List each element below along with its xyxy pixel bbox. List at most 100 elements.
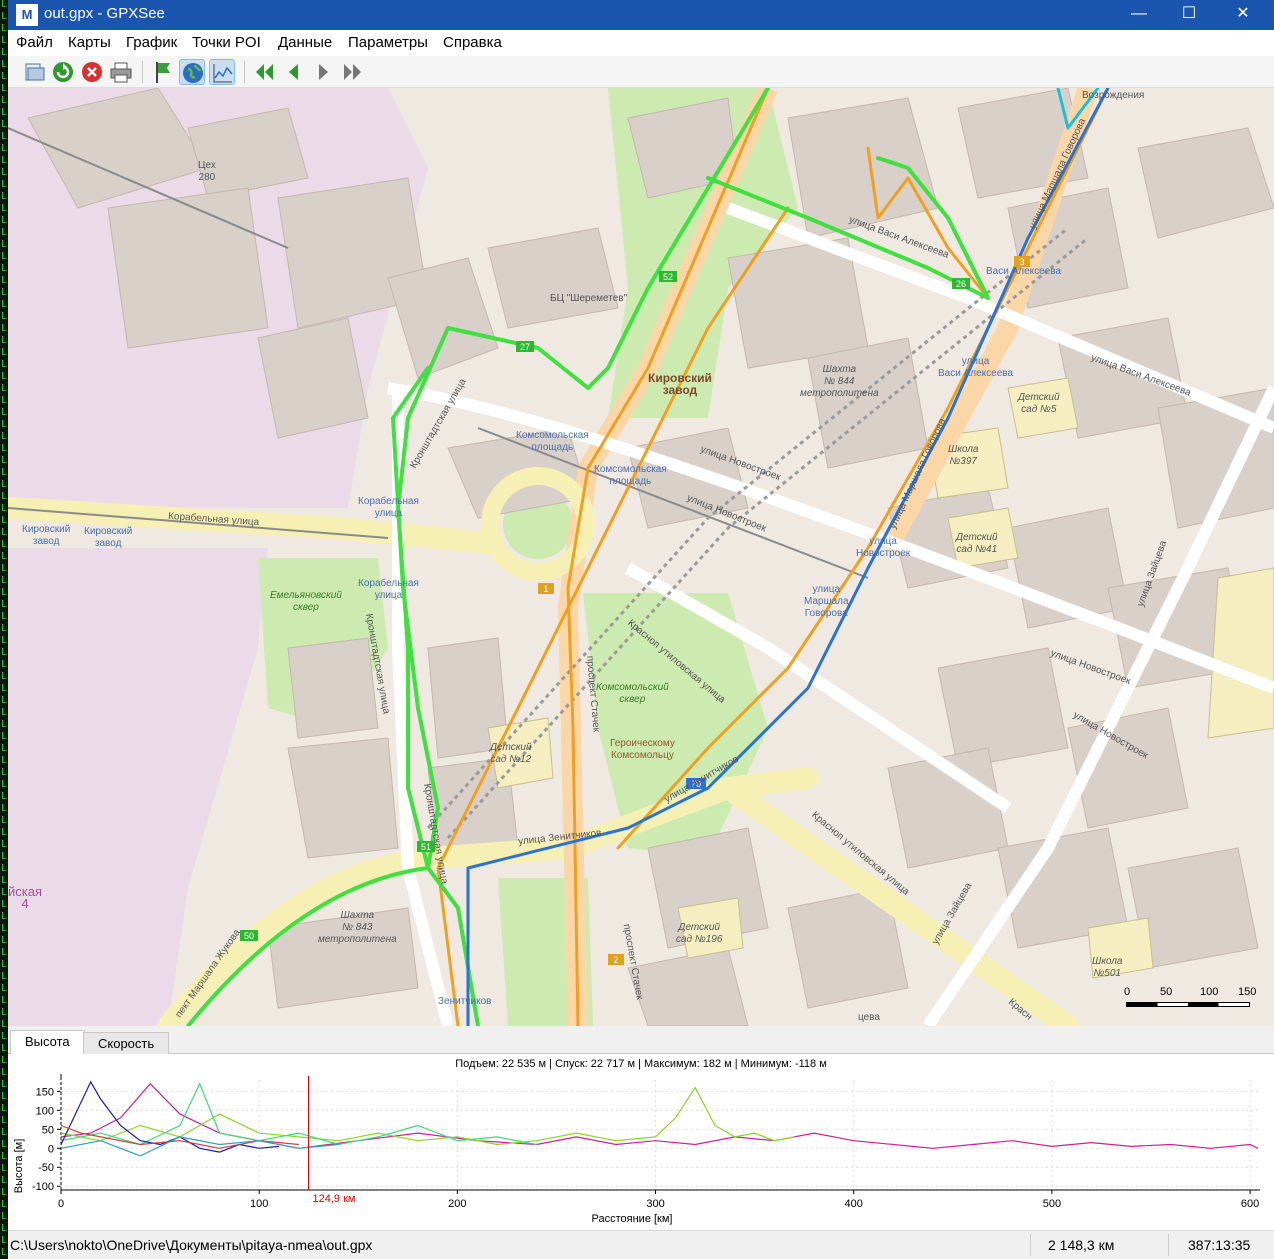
terminal-glyph: L (1, 899, 8, 910)
close-button[interactable]: ✕ (1218, 0, 1268, 30)
minimize-button[interactable]: — (1114, 0, 1164, 30)
total-time: 387:13:35 (1188, 1237, 1251, 1253)
terminal-glyph: L (1, 767, 8, 778)
maximize-button[interactable]: ☐ (1164, 0, 1214, 30)
terminal-glyph: L (1, 887, 8, 898)
map-label: йская 4 (8, 884, 43, 911)
map-label: БЦ "Шереметев" (550, 293, 628, 304)
terminal-glyph: L (1, 479, 8, 490)
map-label: улица Маршала Говорова (804, 584, 849, 619)
terminal-glyph: L (1, 551, 8, 562)
terminal-glyph: L (1, 1223, 8, 1234)
terminal-glyph: L (1, 1055, 8, 1066)
map-label: Возрождения (1082, 90, 1145, 101)
route-badge: 1 (543, 584, 549, 594)
map-view[interactable]: 52 27 26 51 50 1 2 70 3 Цех 280 БЦ "Шере… (8, 88, 1274, 1026)
elevation-series-line (60, 1082, 537, 1146)
terminal-glyph: L (1, 275, 8, 286)
map-label: Васи Алексеева (986, 266, 1062, 277)
elevation-series-line (60, 1086, 795, 1146)
map-label: Детский сад №12 (490, 742, 532, 765)
show-graphs-icon[interactable] (209, 59, 235, 85)
terminal-glyph: L (1, 155, 8, 166)
map-canvas[interactable] (8, 88, 1274, 1026)
terminal-glyph: L (1, 971, 8, 982)
first-icon[interactable] (252, 59, 278, 85)
terminal-glyph: L (1, 431, 8, 442)
last-icon[interactable] (339, 59, 365, 85)
terminal-glyph: L (1, 131, 8, 142)
reload-icon[interactable] (50, 59, 76, 85)
terminal-glyph: L (1, 323, 8, 334)
y-tick-label: 100 (36, 1105, 54, 1117)
tab-elevation[interactable]: Высота (10, 1030, 85, 1055)
menu-poi[interactable]: Точки POI (192, 34, 261, 51)
menu-graph[interactable]: График (126, 34, 177, 51)
terminal-glyph: L (1, 1019, 8, 1030)
menu-bar: Файл Карты График Точки POI Данные Парам… (8, 30, 1274, 56)
map-label: Комсомольская площадь (516, 430, 589, 453)
next-icon[interactable] (310, 59, 336, 85)
scale-label: 150 (1238, 986, 1257, 998)
terminal-glyph: L (1, 59, 8, 70)
terminal-glyph: L (1, 707, 8, 718)
open-icon[interactable] (21, 59, 47, 85)
map-label: Кировский завод (22, 524, 71, 547)
terminal-glyph: L (1, 179, 8, 190)
show-map-icon[interactable] (179, 59, 205, 85)
scale-bar: 0 50 100 150 (1124, 986, 1257, 1016)
terminal-glyph: L (1, 539, 8, 550)
route-badge: 50 (243, 931, 254, 941)
elevation-chart[interactable]: Высота [м] Расстояние [км] 150100500-50-… (8, 1054, 1274, 1230)
map-label: цева (858, 1012, 880, 1023)
terminal-glyph: L (1, 983, 8, 994)
menu-maps[interactable]: Карты (68, 34, 111, 51)
terminal-glyph: L (1, 1043, 8, 1054)
map-label: Школа №501 (1092, 956, 1123, 979)
window-title: out.gpx - GPXSee (44, 5, 165, 22)
menu-data[interactable]: Данные (278, 34, 332, 51)
terminal-glyph: L (1, 1235, 8, 1246)
y-axis-label: Высота [м] (13, 1139, 25, 1194)
terminal-glyph: L (1, 71, 8, 82)
terminal-glyph: L (1, 1187, 8, 1198)
map-label: улица Васи Алексеева (938, 356, 1014, 379)
terminal-glyph: L (1, 1247, 8, 1258)
x-tick-label: 600 (1241, 1198, 1259, 1210)
print-icon[interactable] (108, 59, 134, 85)
terminal-glyph: L (1, 827, 8, 838)
y-tick-label: -100 (32, 1181, 54, 1193)
terminal-glyph: L (1, 35, 8, 46)
file-path: C:\Users\nokto\OneDrive\Документы\pitaya… (10, 1237, 373, 1253)
terminal-glyph: L (1, 1163, 8, 1174)
scale-bar-ruler (1126, 1002, 1250, 1007)
terminal-glyph: L (1, 467, 8, 478)
status-divider (1168, 1234, 1169, 1256)
terminal-glyph: L (1, 1139, 8, 1150)
menu-help[interactable]: Справка (443, 34, 502, 51)
total-distance: 2 148,3 км (1048, 1237, 1115, 1253)
close-file-icon[interactable] (79, 59, 105, 85)
map-label: Героическому Комсомольцу (610, 738, 675, 761)
previous-icon[interactable] (281, 59, 307, 85)
terminal-glyph: L (1, 251, 8, 262)
terminal-glyph: L (1, 815, 8, 826)
toolbar-separator (244, 61, 245, 83)
elevation-graph[interactable]: Подъем: 22 535 м | Спуск: 22 717 м | Мак… (8, 1054, 1274, 1230)
terminal-glyph: L (1, 347, 8, 358)
show-poi-icon[interactable] (150, 59, 176, 85)
menu-file[interactable]: Файл (16, 34, 53, 51)
terminal-glyph: L (1, 371, 8, 382)
status-divider (1030, 1234, 1031, 1256)
terminal-glyph: L (1, 695, 8, 706)
terminal-glyph: L (1, 791, 8, 802)
terminal-glyph: L (1, 83, 8, 94)
terminal-glyph: L (1, 515, 8, 526)
x-tick-label: 400 (845, 1198, 863, 1210)
x-tick-label: 300 (646, 1198, 664, 1210)
scale-label: 50 (1160, 986, 1173, 998)
map-label: Комсомольский сквер (596, 682, 669, 705)
menu-settings[interactable]: Параметры (348, 34, 428, 51)
terminal-glyph: L (1, 215, 8, 226)
tab-speed[interactable]: Скорость (83, 1032, 170, 1054)
